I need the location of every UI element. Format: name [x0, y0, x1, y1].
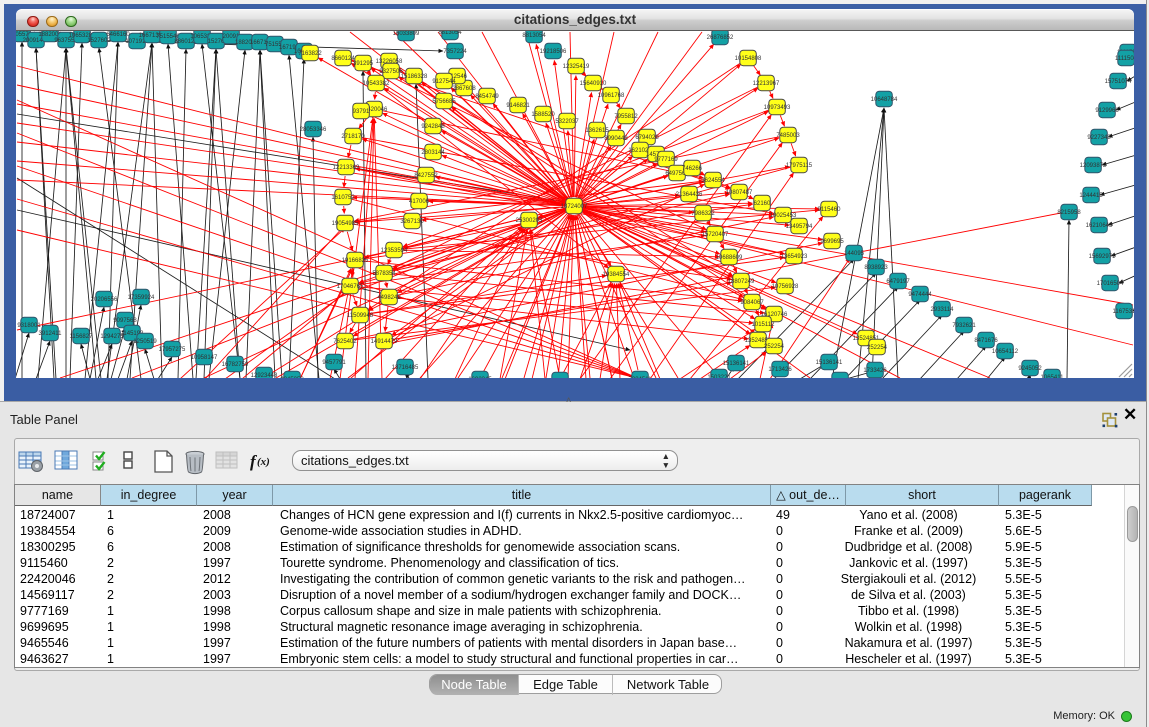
svg-text:(x): (x) — [257, 456, 270, 468]
